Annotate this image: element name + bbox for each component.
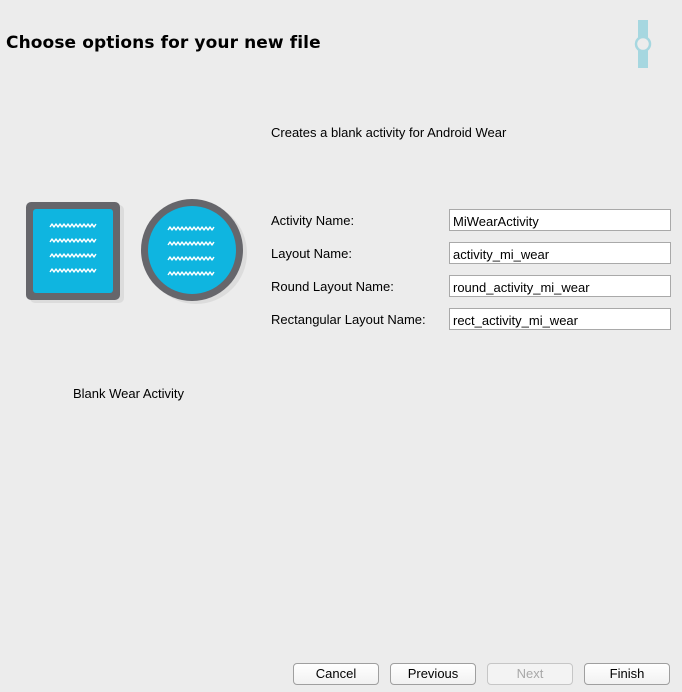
page-title: Choose options for your new file	[6, 33, 321, 53]
finish-button[interactable]: Finish	[584, 663, 670, 685]
round-layout-name-row: Round Layout Name:	[271, 275, 673, 299]
wear-square-and-round-watch-icon	[26, 199, 247, 304]
layout-name-row: Layout Name:	[271, 242, 673, 266]
wizard-header: Choose options for your new file	[0, 0, 682, 86]
rect-layout-name-label: Rectangular Layout Name:	[271, 312, 426, 327]
activity-name-row: Activity Name:	[271, 209, 673, 233]
activity-name-input[interactable]	[449, 209, 671, 231]
template-description: Creates a blank activity for Android Wea…	[271, 125, 507, 140]
round-layout-name-input[interactable]	[449, 275, 671, 297]
cancel-button[interactable]: Cancel	[293, 663, 379, 685]
next-button: Next	[487, 663, 573, 685]
round-layout-name-label: Round Layout Name:	[271, 279, 394, 294]
layout-name-input[interactable]	[449, 242, 671, 264]
layout-name-label: Layout Name:	[271, 246, 352, 261]
activity-name-label: Activity Name:	[271, 213, 355, 228]
previous-button[interactable]: Previous	[390, 663, 476, 685]
android-wear-watch-icon	[634, 20, 652, 68]
template-name-label: Blank Wear Activity	[73, 386, 185, 401]
rect-layout-name-row: Rectangular Layout Name:	[271, 308, 673, 332]
rect-layout-name-input[interactable]	[449, 308, 671, 330]
